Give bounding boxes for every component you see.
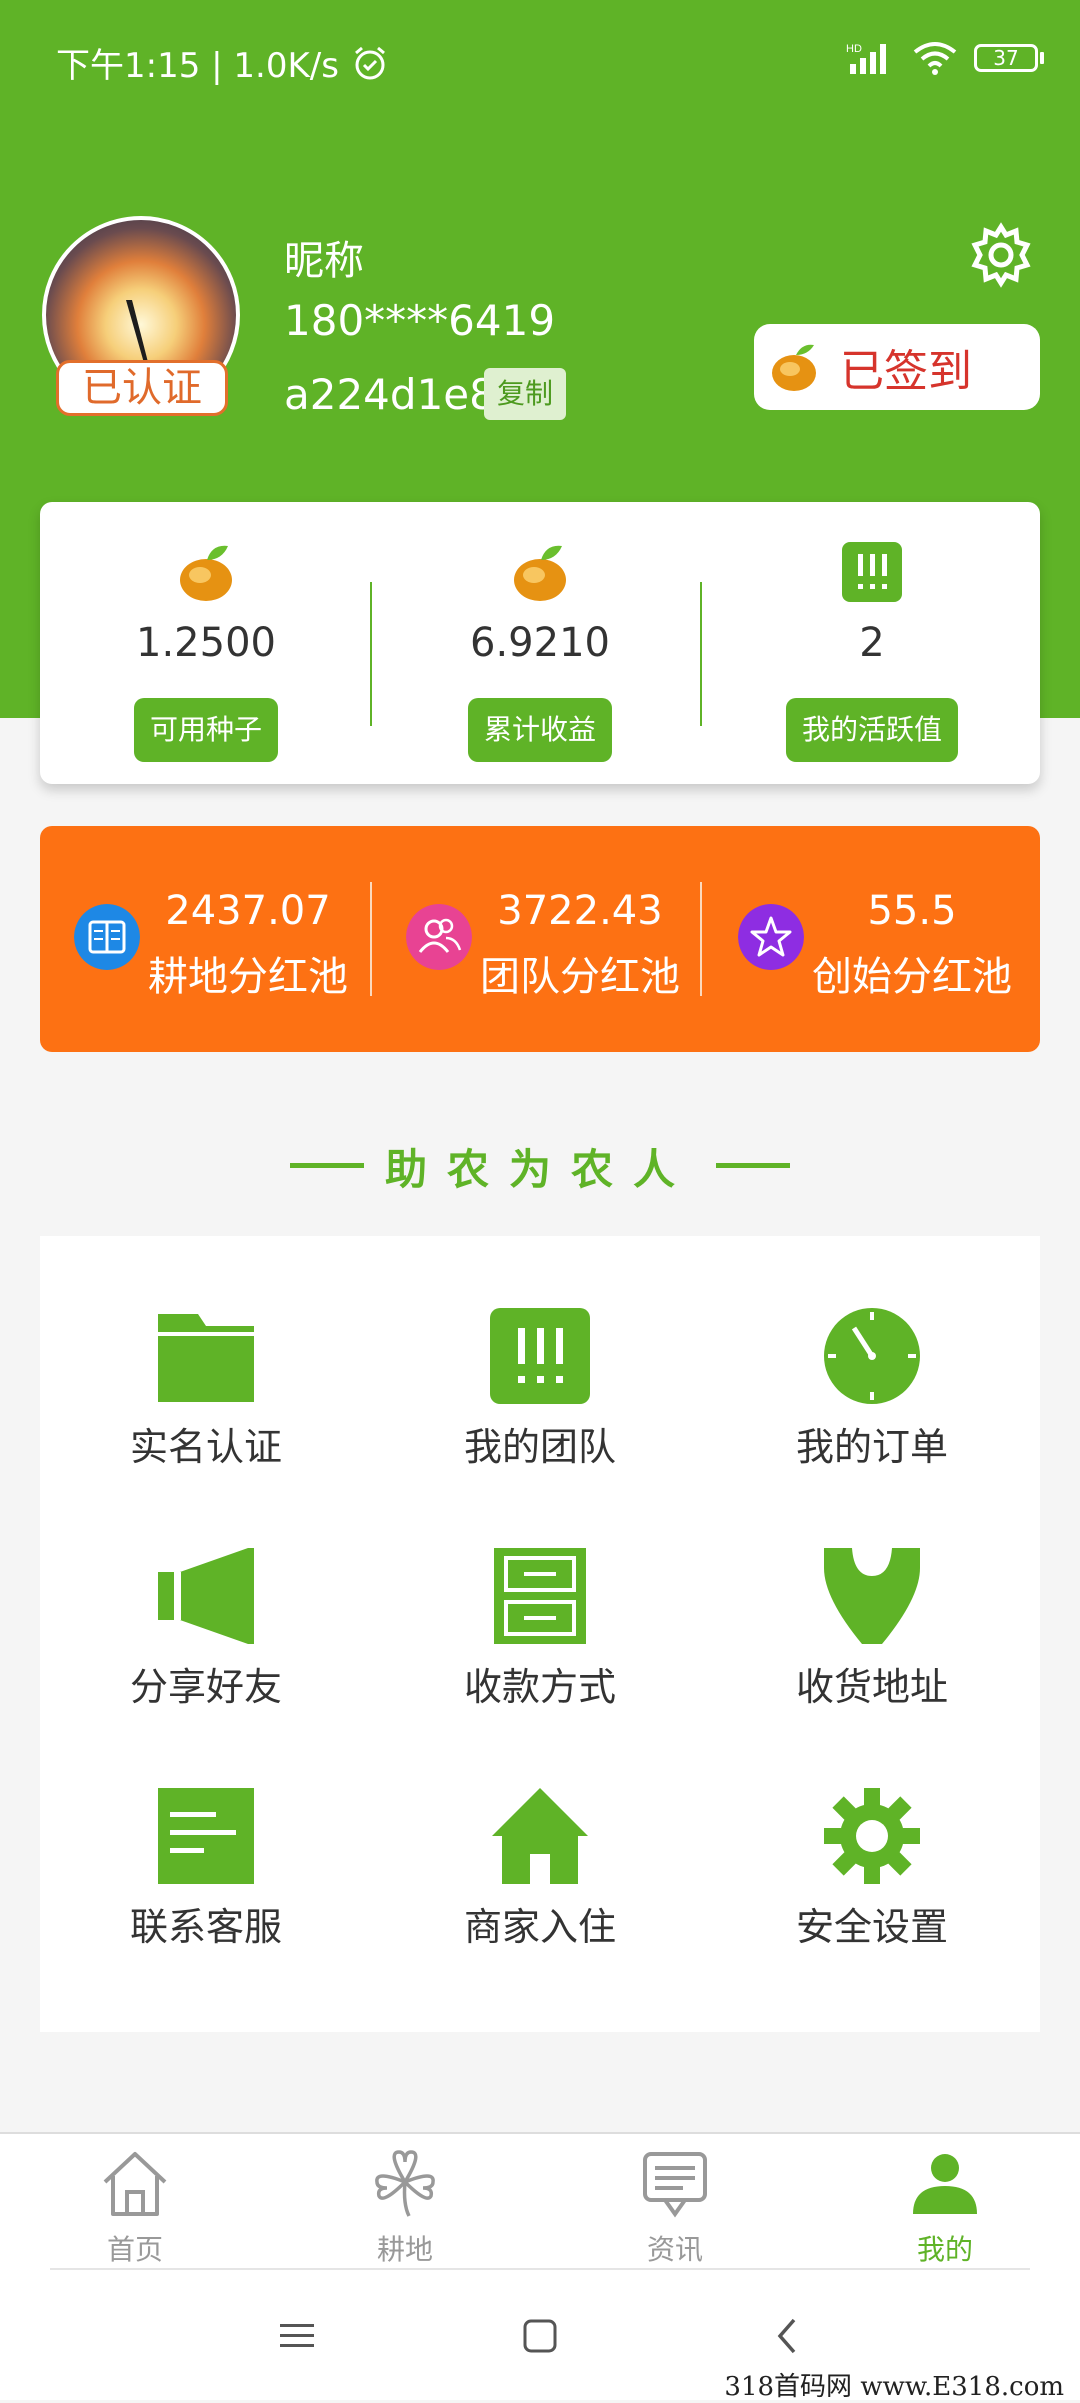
back-icon[interactable] bbox=[774, 2316, 802, 2356]
nickname: 昵称 bbox=[284, 238, 364, 284]
gear-icon bbox=[824, 1788, 920, 1884]
clock-icon bbox=[824, 1308, 920, 1404]
nav-farmland[interactable]: 耕地 bbox=[270, 2148, 540, 2268]
pool-founder[interactable]: 55.5 创始分红池 bbox=[704, 826, 1036, 1052]
menu-grid: 实名认证 我的团队 我的订单 分享好友 收款方式 收货地址 联系客服 商家入住 … bbox=[40, 1236, 1040, 2032]
menu-my-team[interactable]: 我的团队 bbox=[374, 1236, 706, 1476]
signal-icon: HD bbox=[846, 43, 886, 74]
stat-label-button[interactable]: 我的活跃值 bbox=[785, 698, 959, 762]
nav-mine[interactable]: 我的 bbox=[810, 2148, 1080, 2268]
location-icon bbox=[824, 1548, 920, 1644]
menu-share-friends[interactable]: 分享好友 bbox=[40, 1476, 372, 1716]
document-icon bbox=[158, 1788, 254, 1884]
bean-icon bbox=[772, 344, 816, 391]
people-icon bbox=[406, 904, 472, 970]
phone-number: 180****6419 bbox=[284, 296, 556, 345]
battery-icon: 37 bbox=[974, 44, 1044, 72]
user-id: a224d1e8 bbox=[284, 370, 496, 419]
star-icon bbox=[738, 904, 804, 970]
stat-label-button[interactable]: 累计收益 bbox=[467, 698, 613, 762]
menu-real-name-auth[interactable]: 实名认证 bbox=[40, 1236, 372, 1476]
house-icon bbox=[492, 1788, 588, 1884]
menu-label: 实名认证 bbox=[129, 1425, 282, 1469]
svg-text:HD: HD bbox=[846, 43, 862, 55]
menu-label: 收货地址 bbox=[795, 1665, 948, 1709]
menu-payment-method[interactable]: 收款方式 bbox=[374, 1476, 706, 1716]
stat-value: 2 bbox=[859, 620, 885, 666]
menu-label: 收款方式 bbox=[463, 1665, 616, 1709]
nav-label: 首页 bbox=[106, 2233, 163, 2266]
pool-team[interactable]: 3722.43 团队分红池 bbox=[372, 826, 704, 1052]
bottom-nav: 首页 耕地 资讯 我的 bbox=[0, 2132, 1080, 2270]
stats-card: 1.2500 可用种子 6.9210 累计收益 2 我的活跃值 bbox=[40, 502, 1040, 784]
wifi-icon bbox=[913, 42, 957, 75]
menu-security-settings[interactable]: 安全设置 bbox=[706, 1716, 1038, 1956]
pool-farmland[interactable]: 2437.07 耕地分红池 bbox=[40, 826, 372, 1052]
pool-value: 2437.07 bbox=[165, 888, 331, 934]
divider bbox=[700, 882, 702, 996]
status-time: 下午1:15 | 1.0K/s bbox=[56, 46, 339, 86]
pool-value: 55.5 bbox=[867, 888, 957, 934]
stat-label-button[interactable]: 可用种子 bbox=[133, 698, 279, 762]
menu-label: 安全设置 bbox=[795, 1905, 948, 1949]
team-icon bbox=[842, 542, 902, 602]
nav-label: 我的 bbox=[916, 2233, 973, 2266]
book-icon bbox=[74, 904, 140, 970]
clover-icon bbox=[375, 2150, 435, 2217]
stat-activity: 2 我的活跃值 bbox=[706, 502, 1038, 784]
stat-value: 6.9210 bbox=[470, 620, 610, 666]
divider bbox=[370, 582, 372, 726]
watermark: 318首码网 www.E318.com bbox=[724, 2372, 1064, 2402]
pool-label: 团队分红池 bbox=[480, 954, 680, 1000]
folder-icon bbox=[158, 1314, 254, 1402]
nav-news[interactable]: 资讯 bbox=[540, 2148, 810, 2268]
pool-label: 耕地分红池 bbox=[148, 954, 348, 1000]
menu-merchant-join[interactable]: 商家入住 bbox=[374, 1716, 706, 1956]
menu-label: 商家入住 bbox=[463, 1905, 616, 1949]
divider bbox=[700, 582, 702, 726]
pool-label: 创始分红池 bbox=[812, 954, 1012, 1000]
section-title: 助农为农人 bbox=[384, 1145, 695, 1194]
home-button-icon[interactable] bbox=[522, 2318, 558, 2354]
status-bar-left: 下午1:15 | 1.0K/s bbox=[56, 38, 389, 87]
menu-my-orders[interactable]: 我的订单 bbox=[706, 1236, 1038, 1476]
message-icon bbox=[643, 2152, 707, 2218]
home-icon bbox=[103, 2152, 167, 2216]
stat-available-seeds: 1.2500 可用种子 bbox=[40, 502, 372, 784]
dividend-pools-card: 2437.07 耕地分红池 3722.43 团队分红池 55.5 创始分红池 bbox=[40, 826, 1040, 1052]
menu-icon[interactable] bbox=[278, 2318, 316, 2354]
speaker-icon bbox=[158, 1548, 254, 1644]
bean-icon bbox=[514, 545, 566, 601]
signin-label: 已签到 bbox=[840, 346, 972, 397]
status-bar-right: HD 37 bbox=[844, 40, 1044, 76]
menu-shipping-address[interactable]: 收货地址 bbox=[706, 1476, 1038, 1716]
drawer-icon bbox=[494, 1548, 586, 1644]
alarm-icon bbox=[355, 46, 385, 79]
menu-label: 我的订单 bbox=[795, 1425, 948, 1469]
bean-icon bbox=[180, 545, 232, 601]
pool-value: 3722.43 bbox=[497, 888, 663, 934]
signin-button[interactable]: 已签到 bbox=[754, 324, 1040, 410]
settings-gear-icon[interactable] bbox=[968, 222, 1034, 288]
menu-label: 我的团队 bbox=[463, 1425, 616, 1469]
stat-value: 1.2500 bbox=[136, 620, 276, 666]
nav-label: 资讯 bbox=[646, 2233, 703, 2266]
user-icon bbox=[913, 2154, 977, 2214]
team-icon bbox=[490, 1308, 590, 1404]
title-line-right bbox=[716, 1163, 790, 1168]
menu-label: 联系客服 bbox=[129, 1905, 282, 1949]
menu-customer-service[interactable]: 联系客服 bbox=[40, 1716, 372, 1956]
menu-label: 分享好友 bbox=[129, 1665, 282, 1709]
nav-label: 耕地 bbox=[376, 2233, 433, 2266]
stat-total-earnings: 6.9210 累计收益 bbox=[374, 502, 706, 784]
battery-level: 37 bbox=[974, 44, 1038, 72]
verified-badge: 已认证 bbox=[56, 360, 228, 416]
nav-home[interactable]: 首页 bbox=[0, 2148, 270, 2268]
copy-button[interactable]: 复制 bbox=[484, 368, 566, 420]
